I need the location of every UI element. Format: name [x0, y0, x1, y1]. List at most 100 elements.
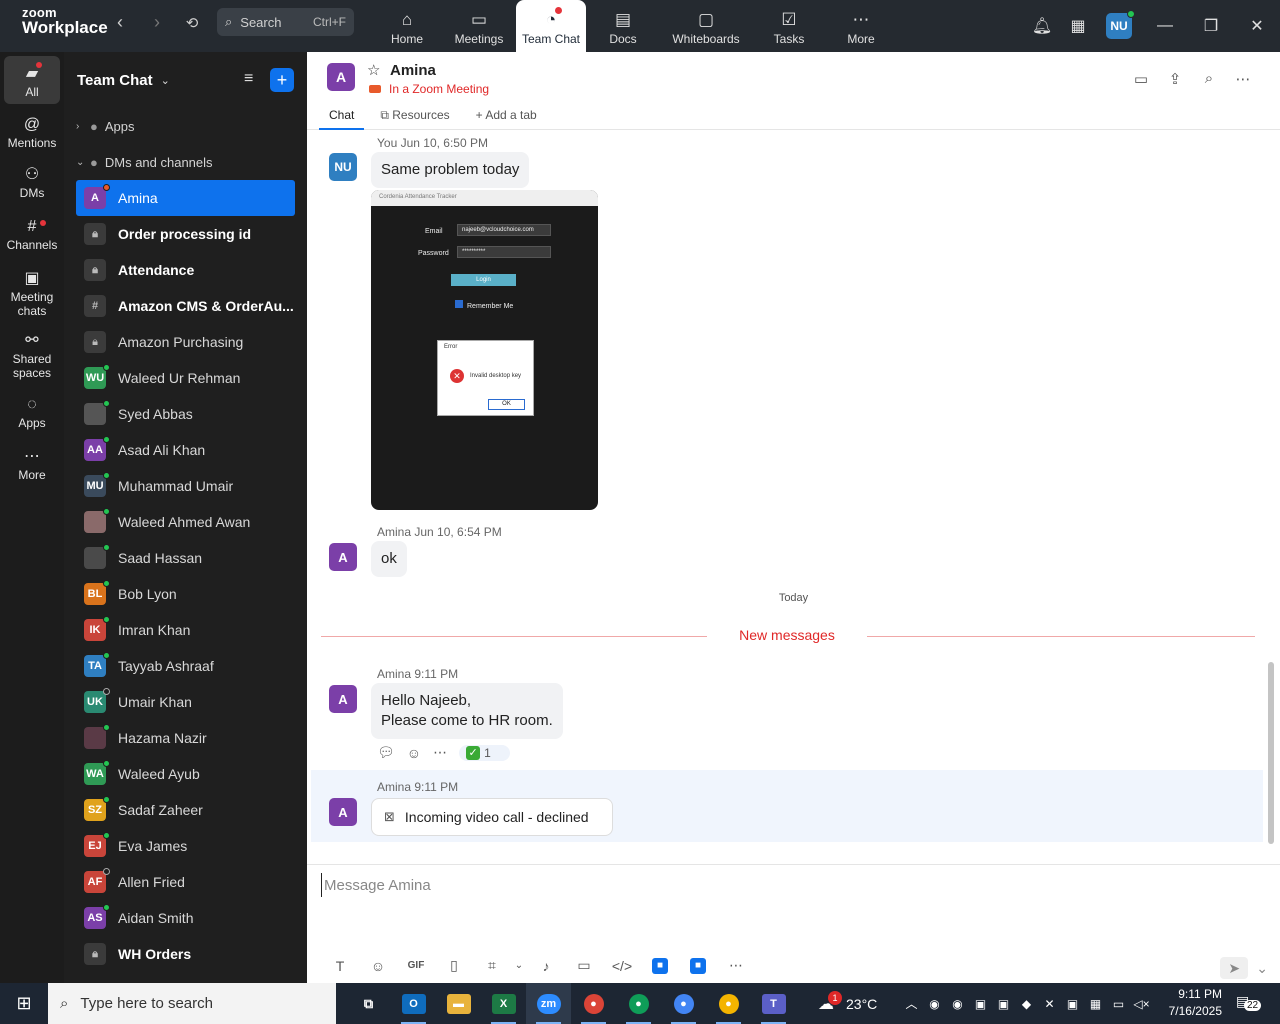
tab-add[interactable]: + Add a tab [466, 104, 547, 130]
app-shortcut-icon[interactable]: ■ [690, 957, 706, 974]
tab-whiteboards[interactable]: ▢ Whiteboards [660, 0, 752, 52]
calendar-icon[interactable]: ▦ [1060, 16, 1096, 36]
tab-more[interactable]: ⋯ More [826, 0, 896, 52]
conversation-item[interactable]: WA Waleed Ayub [64, 756, 307, 792]
format-text-icon[interactable]: T [321, 958, 359, 974]
outlook-icon[interactable]: O [391, 983, 436, 1024]
bell-icon[interactable]: 🔔︎ [1024, 16, 1060, 36]
tab-docs[interactable]: ▤ Docs [588, 0, 658, 52]
reply-icon[interactable]: 💬︎ [377, 744, 395, 761]
weather-widget[interactable]: ☁ 1 23°C [818, 983, 877, 1024]
sender-avatar[interactable]: NU [329, 153, 357, 181]
teams-tray-icon[interactable]: ▣ [992, 997, 1015, 1011]
section-dms-channels[interactable]: ⌄ ● DMs and channels [64, 144, 307, 180]
conversation-item[interactable]: 🔒︎ Order processing id [64, 216, 307, 252]
section-apps[interactable]: › ● Apps [64, 108, 307, 144]
conversation-item[interactable]: EJ Eva James [64, 828, 307, 864]
star-icon[interactable]: ☆ [367, 61, 380, 79]
code-icon[interactable]: </> [603, 958, 641, 974]
conversation-item[interactable]: WU Waleed Ur Rehman [64, 360, 307, 396]
tab-chat[interactable]: Chat [319, 104, 365, 130]
add-reaction-icon[interactable]: ☺ [407, 745, 421, 761]
conversation-item[interactable]: Saad Hassan [64, 540, 307, 576]
file-icon[interactable]: ▯ [435, 957, 473, 974]
add-button[interactable]: + [270, 68, 294, 92]
chrome-icon[interactable]: ● [706, 983, 751, 1024]
back-arrow-icon[interactable]: ‹ [110, 12, 130, 33]
notification-center-icon[interactable]: ▤ 22 [1236, 993, 1262, 1011]
conversation-item[interactable]: MU Muhammad Umair [64, 468, 307, 504]
rail-all[interactable]: ▰ All [4, 56, 60, 104]
more-dots-icon[interactable]: ⋯ [433, 744, 447, 761]
close-icon[interactable]: ✕ [1234, 16, 1280, 36]
conversation-item[interactable]: TA Tayyab Ashraaf [64, 648, 307, 684]
tray-app-icon[interactable]: ✕ [1038, 997, 1061, 1011]
outlook-tray-icon[interactable]: ▣ [969, 997, 992, 1011]
rail-channels[interactable]: # Channels [0, 208, 64, 260]
volume-icon[interactable]: ◁× [1130, 997, 1153, 1011]
rail-dms[interactable]: ⚇ DMs [0, 156, 64, 208]
rail-mentions[interactable]: @ Mentions [0, 104, 64, 156]
taskbar-search[interactable]: ⌕ Type here to search [48, 983, 336, 1024]
video-message-icon[interactable]: ▭ [565, 957, 603, 974]
sender-avatar[interactable]: A [329, 543, 357, 571]
chevron-down-icon[interactable]: ⌄ [1256, 960, 1268, 977]
conversation-item[interactable]: BL Bob Lyon [64, 576, 307, 612]
conversation-item[interactable]: Syed Abbas [64, 396, 307, 432]
excel-icon[interactable]: X [481, 983, 526, 1024]
chrome-icon[interactable]: ● [616, 983, 661, 1024]
sidebar-title[interactable]: Team Chat [77, 72, 153, 89]
rail-more[interactable]: ⋯ More [0, 444, 64, 496]
taskbar-clock[interactable]: 9:11 PM 7/16/2025 [1166, 986, 1222, 1020]
chevron-up-icon[interactable]: ︿ [900, 995, 923, 1012]
gif-button[interactable]: GIF [397, 960, 435, 971]
screenshot-icon[interactable]: ⌗ [473, 957, 511, 974]
chevron-down-icon[interactable]: ⌄ [511, 960, 527, 971]
conversation-item[interactable]: AA Asad Ali Khan [64, 432, 307, 468]
conversation-item[interactable]: Waleed Ahmed Awan [64, 504, 307, 540]
chrome-icon[interactable]: ● [661, 983, 706, 1024]
contact-avatar[interactable]: A [327, 63, 355, 91]
conversation-item[interactable]: # Amazon CMS & OrderAu... [64, 288, 307, 324]
windows-start-icon[interactable]: ⊞ [0, 983, 48, 1024]
microphone-icon[interactable]: ♪ [527, 958, 565, 974]
tab-meetings[interactable]: ▭ Meetings [444, 0, 514, 52]
chrome-tray-icon[interactable]: ◉ [923, 997, 946, 1011]
message-input[interactable] [321, 873, 1221, 897]
conversation-item[interactable]: 🔒︎ Attendance [64, 252, 307, 288]
share-screen-icon[interactable]: ⇪ [1158, 70, 1192, 88]
conversation-item[interactable]: AS Aidan Smith [64, 900, 307, 936]
conversation-item[interactable]: IK Imran Khan [64, 612, 307, 648]
dropbox-icon[interactable]: ◆ [1015, 997, 1038, 1011]
conversation-item[interactable]: 🔒︎ Amazon Purchasing [64, 324, 307, 360]
chrome-icon[interactable]: ● [571, 983, 616, 1024]
rail-apps[interactable]: ◌ Apps [0, 392, 64, 444]
reaction-pill[interactable]: ✓ 1 [459, 744, 510, 761]
file-explorer-icon[interactable]: ▬ [436, 983, 481, 1024]
rail-meeting-chats[interactable]: ▣ Meeting chats [0, 260, 64, 326]
sender-avatar[interactable]: A [329, 798, 357, 826]
message-scrollbar[interactable] [1267, 132, 1275, 866]
tab-team-chat[interactable]: ◔ Team Chat [516, 0, 586, 52]
conversation-item[interactable]: AF Allen Fried [64, 864, 307, 900]
chevron-down-icon[interactable]: ⌄ [161, 74, 170, 87]
zoom-icon[interactable]: zm [526, 983, 571, 1024]
teams-icon[interactable]: T [751, 983, 796, 1024]
sender-avatar[interactable]: A [329, 685, 357, 713]
conversation-item[interactable]: UK Umair Khan [64, 684, 307, 720]
conversation-item[interactable]: Hazama Nazir [64, 720, 307, 756]
screenshot-attachment[interactable]: Cordenia Attendance Tracker Email najeeb… [371, 190, 598, 510]
tab-resources[interactable]: ⧉ Resources [370, 104, 459, 130]
app-shortcut-icon[interactable]: ■ [652, 957, 668, 974]
history-icon[interactable]: ⟲ [182, 14, 202, 32]
more-dots-icon[interactable]: ⋯ [1226, 70, 1260, 88]
conversation-item[interactable]: 🔒︎ WH Orders [64, 936, 307, 972]
task-view-icon[interactable]: ⧉ [346, 983, 391, 1024]
profile-avatar[interactable]: NU [1106, 10, 1135, 39]
conversation-item[interactable]: SZ Sadaf Zaheer [64, 792, 307, 828]
more-dots-icon[interactable]: ⋯ [717, 957, 755, 974]
emoji-icon[interactable]: ☺ [359, 958, 397, 974]
tab-home[interactable]: ⌂ Home [372, 0, 442, 52]
zoom-tray-icon[interactable]: ◉ [946, 997, 969, 1011]
contact-name[interactable]: Amina [390, 62, 436, 79]
